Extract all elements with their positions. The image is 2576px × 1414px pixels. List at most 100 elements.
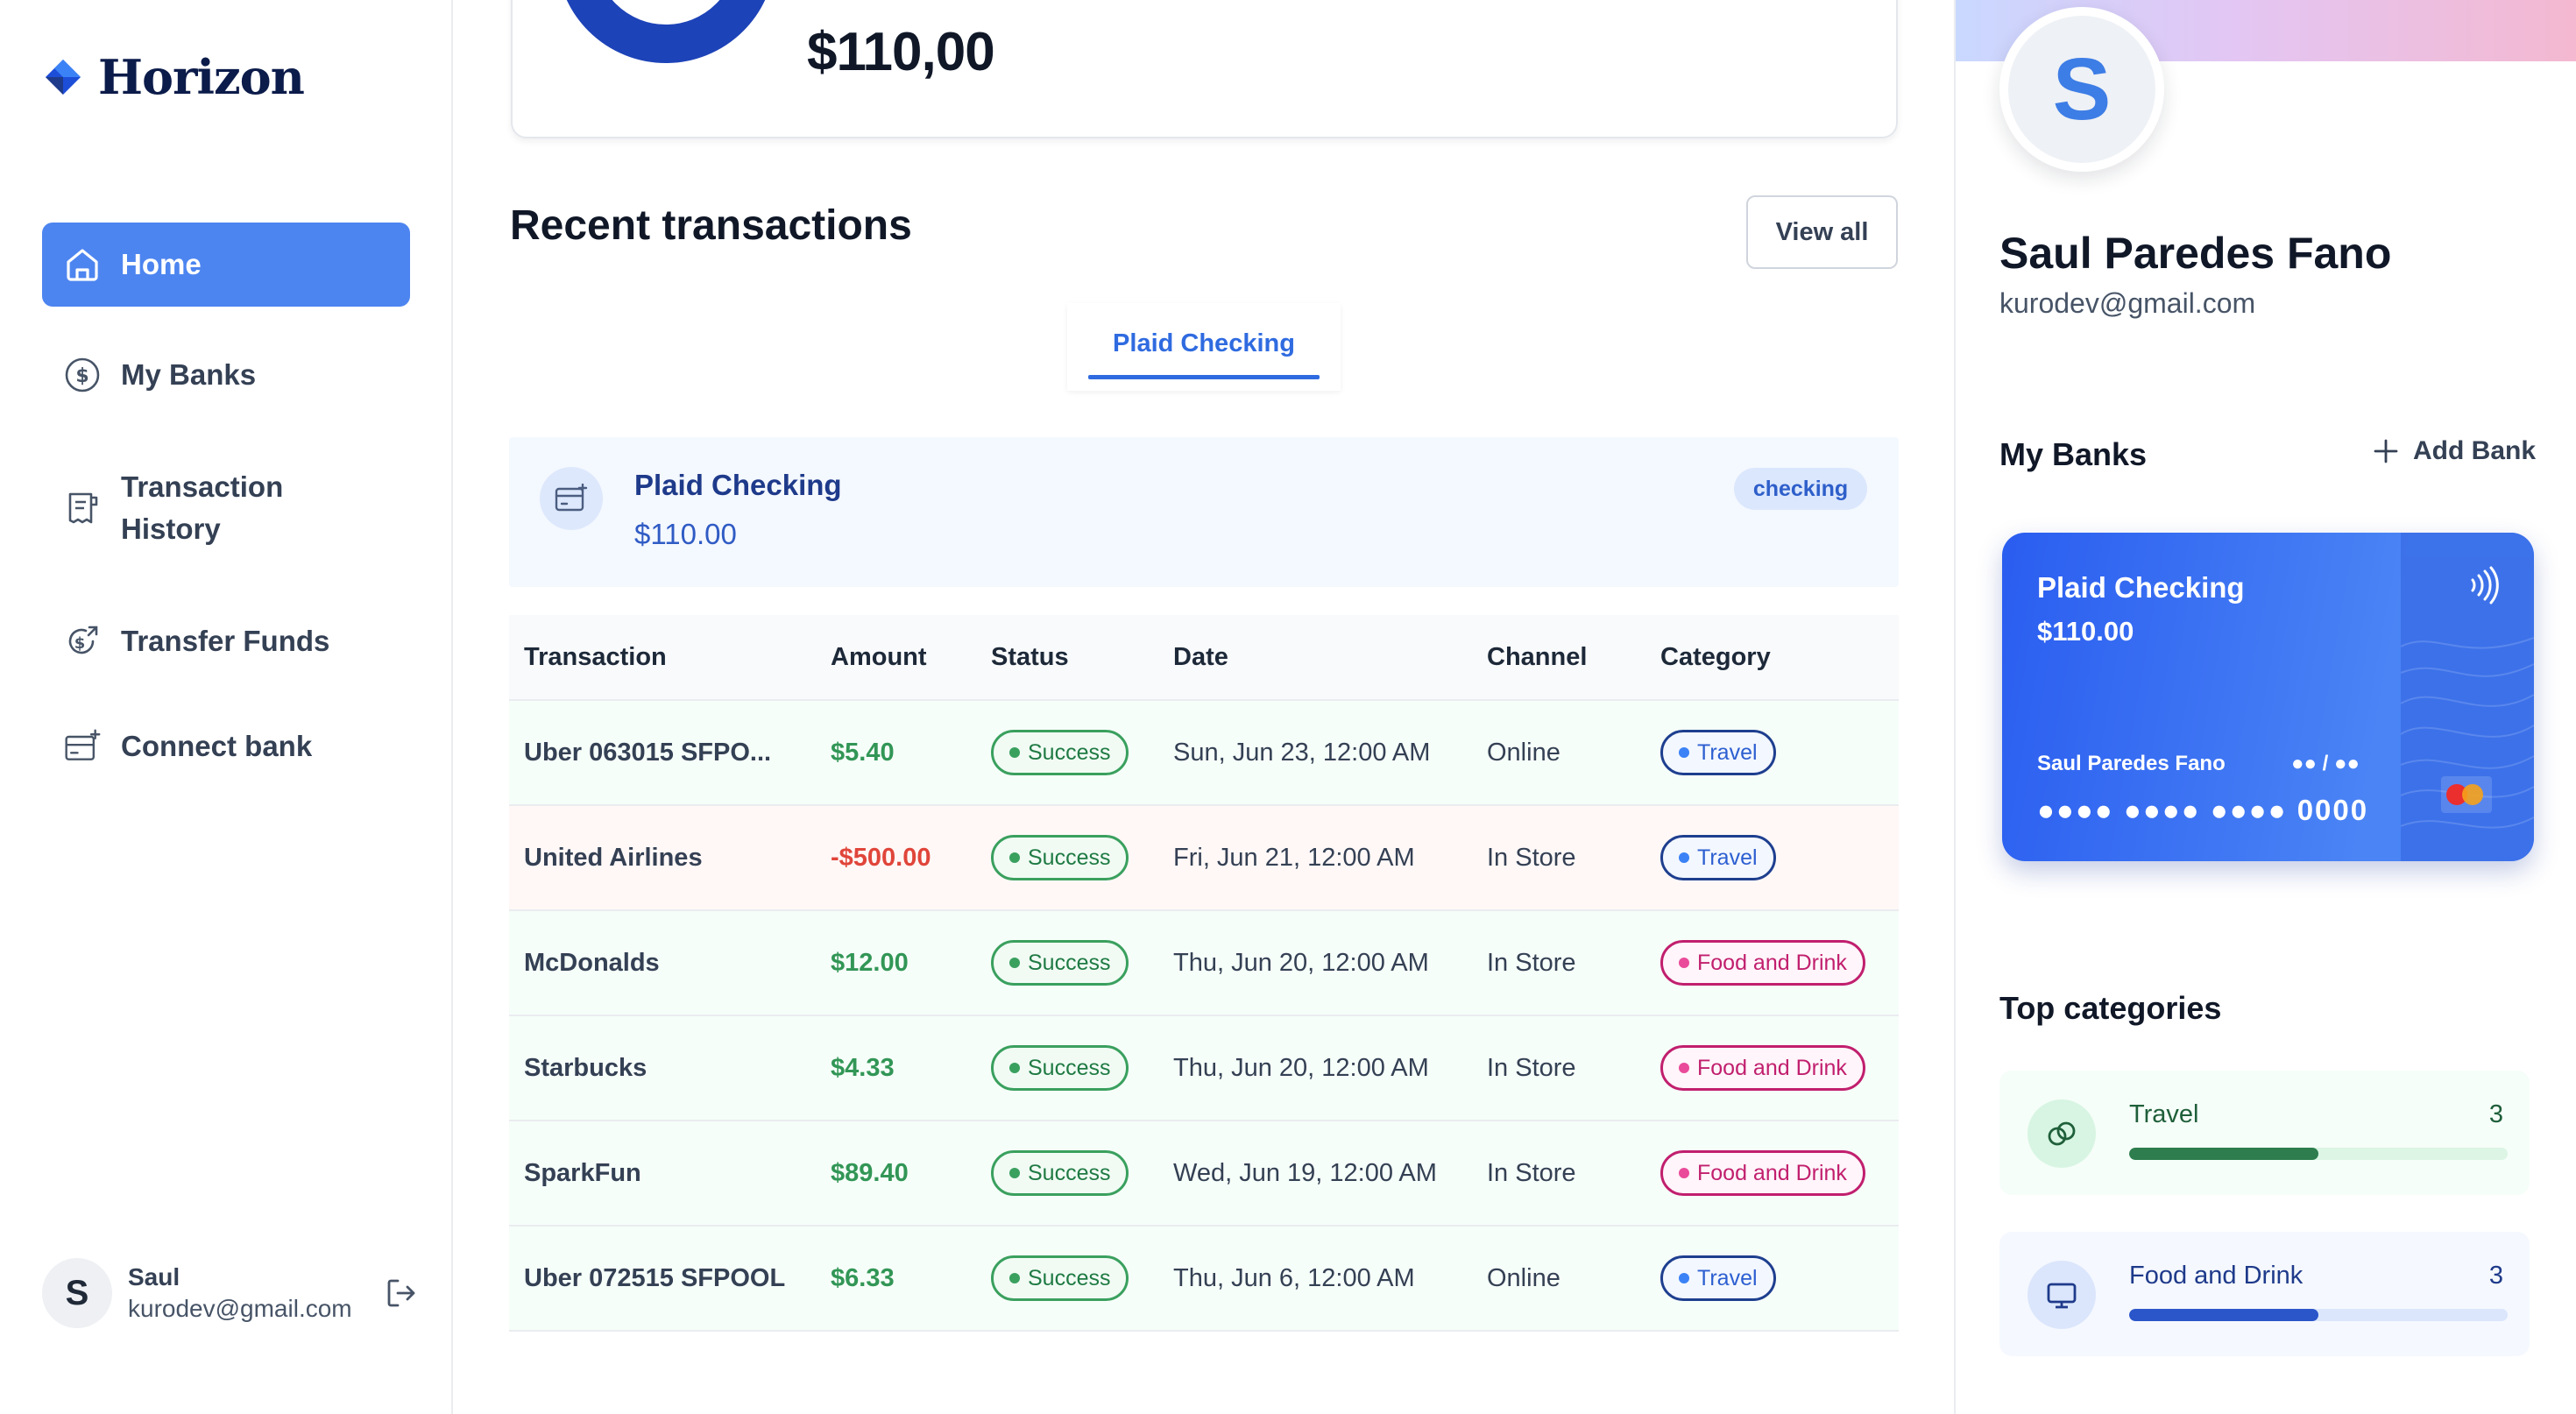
category-progress-bar <box>2129 1309 2508 1321</box>
user-footer: S Saul kurodev@gmail.com <box>42 1258 419 1328</box>
status-badge: Success <box>991 730 1129 775</box>
category-dot <box>1679 1273 1689 1283</box>
sidebar-item-label: Transfer Funds <box>121 625 330 657</box>
category-label: Travel <box>1697 739 1758 765</box>
status-badge: Success <box>991 835 1129 880</box>
app-name: Horizon <box>98 49 305 105</box>
status-dot <box>1009 747 1020 758</box>
category-dot <box>1679 852 1689 863</box>
table-row[interactable]: Uber 063015 SFPO... $5.40 Success Sun, Jun … <box>509 701 1899 806</box>
profile-name: Saul Paredes Fano <box>1999 229 2392 278</box>
account-name: Plaid Checking <box>634 469 842 501</box>
receipt-icon <box>63 489 102 527</box>
status-cell: Success <box>991 730 1129 775</box>
avatar[interactable]: S <box>42 1258 112 1328</box>
transaction-name: SparkFun <box>524 1158 641 1187</box>
view-all-button[interactable]: View all <box>1746 195 1898 269</box>
status-cell: Success <box>991 835 1129 880</box>
table-row[interactable]: Uber 072515 SFPOOL $6.33 Success Thu, Jun 6… <box>509 1227 1899 1332</box>
bank-card[interactable]: Plaid Checking $110.00 Saul Paredes Fano… <box>2002 533 2534 861</box>
column-header: Transaction <box>524 642 667 671</box>
user-info: Saul kurodev@gmail.com <box>128 1263 352 1323</box>
table-row[interactable]: United Airlines -$500.00 Success Fri, Jun 2… <box>509 806 1899 911</box>
card-bank-name: Plaid Checking <box>2037 571 2245 604</box>
right-panel: S Saul Paredes Fano kurodev@gmail.com My… <box>1954 0 2576 1414</box>
table-row[interactable]: Starbucks $4.33 Success Thu, Jun 20, 12:00 … <box>509 1016 1899 1121</box>
category-progress-fill <box>2129 1309 2318 1321</box>
transaction-channel: In Store <box>1487 843 1576 872</box>
status-dot <box>1009 1273 1020 1283</box>
transaction-amount: $89.40 <box>831 1158 909 1187</box>
category-badge: Food and Drink <box>1660 940 1865 986</box>
status-dot <box>1009 1063 1020 1073</box>
horizon-logo-icon <box>46 60 81 95</box>
transaction-channel: In Store <box>1487 948 1576 977</box>
category-progress-bar <box>2129 1148 2508 1160</box>
table-body: Uber 063015 SFPO... $5.40 Success Sun, Jun … <box>509 701 1899 1332</box>
sidebar-item-label: My Banks <box>121 358 257 391</box>
category-label: Food and Drink <box>1697 1055 1847 1080</box>
transaction-name: Starbucks <box>524 1053 648 1082</box>
category-name: Food and Drink <box>2129 1262 2304 1290</box>
category-label: Travel <box>1697 845 1758 870</box>
sidebar-item-label: Home <box>121 248 202 280</box>
category-label: Food and Drink <box>1697 1160 1847 1185</box>
status-label: Success <box>1028 950 1111 975</box>
transaction-name: Uber 072515 SFPOOL <box>524 1263 786 1292</box>
category-cell: Food and Drink <box>1660 940 1865 986</box>
transaction-amount: -$500.00 <box>831 843 931 872</box>
transaction-date: Wed, Jun 19, 12:00 AM <box>1173 1158 1437 1187</box>
status-dot <box>1009 852 1020 863</box>
transaction-channel: In Store <box>1487 1053 1576 1082</box>
card-holder-name: Saul Paredes Fano <box>2037 752 2226 775</box>
status-cell: Success <box>991 1255 1129 1301</box>
transaction-amount: $12.00 <box>831 948 909 977</box>
sidebar-item-my-banks[interactable]: $ My Banks <box>42 354 410 396</box>
logout-icon[interactable] <box>384 1276 419 1315</box>
status-cell: Success <box>991 1045 1129 1091</box>
status-badge: Success <box>991 940 1129 986</box>
transaction-date: Thu, Jun 20, 12:00 AM <box>1173 948 1429 977</box>
sidebar-item-label: Transaction History <box>121 470 284 545</box>
status-label: Success <box>1028 1265 1111 1290</box>
transaction-channel: In Store <box>1487 1158 1576 1187</box>
transaction-amount: $5.40 <box>831 738 895 767</box>
category-badge: Food and Drink <box>1660 1045 1865 1091</box>
tab-plaid-checking[interactable]: Plaid Checking <box>1088 303 1320 358</box>
column-header: Amount <box>831 642 927 671</box>
table-row[interactable]: McDonalds $12.00 Success Thu, Jun 20, 12:00… <box>509 911 1899 1016</box>
card-expiry: ●● / ●● <box>2291 752 2360 775</box>
category-dot <box>1679 747 1689 758</box>
app-logo[interactable]: Horizon <box>42 49 305 105</box>
status-badge: Success <box>991 1150 1129 1196</box>
svg-text:$: $ <box>74 634 86 653</box>
svg-text:$: $ <box>75 365 88 387</box>
add-bank-label: Add Bank <box>2413 436 2537 465</box>
transaction-channel: Online <box>1487 1263 1560 1292</box>
category-label: Food and Drink <box>1697 950 1847 975</box>
transaction-date: Thu, Jun 20, 12:00 AM <box>1173 1053 1429 1082</box>
balance-donut-chart <box>556 0 775 63</box>
sidebar-item-transfer-funds[interactable]: $ Transfer Funds <box>42 620 410 662</box>
status-badge: Success <box>991 1045 1129 1091</box>
category-badge: Food and Drink <box>1660 1150 1865 1196</box>
status-badge: Success <box>991 1255 1129 1301</box>
sidebar-item-label: Connect bank <box>121 730 313 762</box>
category-dot <box>1679 1063 1689 1073</box>
category-badge: Travel <box>1660 835 1776 880</box>
add-bank-button[interactable]: Add Bank <box>2373 436 2536 466</box>
status-cell: Success <box>991 940 1129 986</box>
table-row[interactable]: SparkFun $89.40 Success Wed, Jun 19, 12:00 … <box>509 1121 1899 1227</box>
sidebar-item-home[interactable]: Home <box>42 223 410 307</box>
category-count: 3 <box>2488 1262 2503 1290</box>
sidebar-item-connect-bank[interactable]: Connect bank <box>42 725 410 767</box>
top-categories-title: Top categories <box>1999 990 2222 1026</box>
transaction-amount: $6.33 <box>831 1263 895 1292</box>
user-name: Saul <box>128 1263 180 1290</box>
status-label: Success <box>1028 1055 1111 1080</box>
card-add-icon <box>63 727 102 766</box>
profile-avatar: S <box>1999 7 2164 172</box>
transactions-table: Transaction Amount Status Date Channel C… <box>509 615 1899 1332</box>
sidebar-item-transaction-history[interactable]: Transaction History <box>42 466 410 550</box>
transaction-name: McDonalds <box>524 948 660 977</box>
